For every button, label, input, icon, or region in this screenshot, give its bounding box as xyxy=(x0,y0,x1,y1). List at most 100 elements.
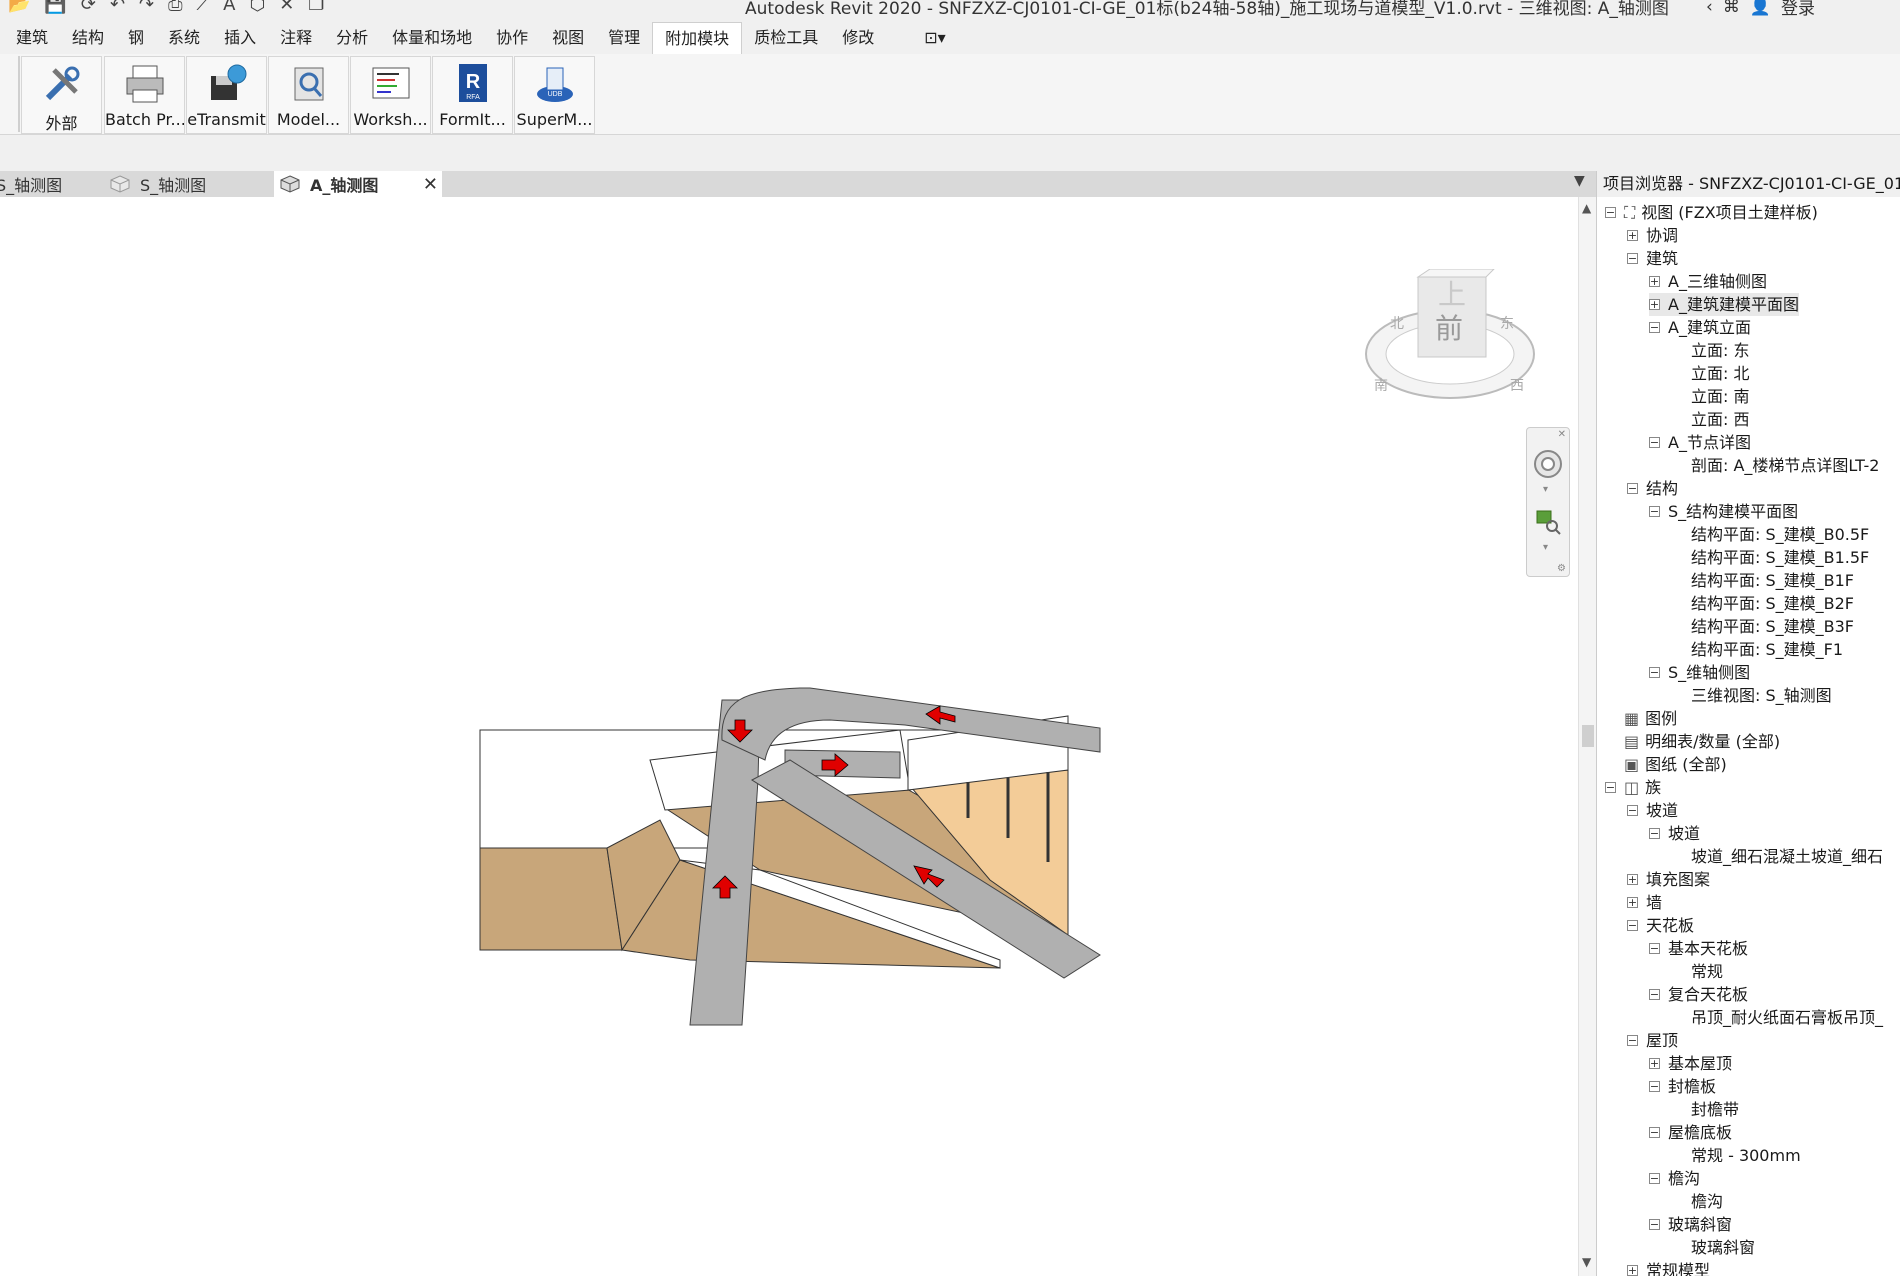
collapse-icon[interactable]: − xyxy=(1649,943,1660,954)
sync-icon[interactable]: ⟳ xyxy=(81,0,96,15)
menu-tab-10[interactable]: 管理 xyxy=(596,22,652,54)
ribbon-button-transmit[interactable]: eTransmit xyxy=(186,56,267,134)
scroll-up-icon[interactable]: ▲ xyxy=(1582,201,1591,215)
tree-item[interactable]: 常规 xyxy=(1691,960,1723,983)
collapse-icon[interactable]: − xyxy=(1627,805,1638,816)
ribbon-button-tools[interactable]: 外部 xyxy=(21,56,102,134)
viewcube-front-face[interactable]: 前 xyxy=(1435,307,1463,347)
expand-icon[interactable]: + xyxy=(1649,299,1660,310)
tab-s-axonometric-1[interactable]: S_轴测图 xyxy=(0,171,110,197)
expand-icon[interactable]: + xyxy=(1627,897,1638,908)
compass-north[interactable]: 北 xyxy=(1390,313,1404,333)
tree-item[interactable]: − 屋檐底板 xyxy=(1649,1121,1732,1144)
3d-view-icon[interactable]: ⬡ xyxy=(249,0,265,15)
viewcube[interactable]: 上 前 北 东 南 西 xyxy=(1362,269,1538,409)
ribbon-button-model-review[interactable]: Model... xyxy=(268,56,349,134)
tree-item[interactable]: 结构平面: S_建模_B2F xyxy=(1691,592,1854,615)
tree-item[interactable]: − ⛶ 视图 (FZX项目土建样板) xyxy=(1605,201,1818,224)
collapse-icon[interactable]: − xyxy=(1649,437,1660,448)
expand-icon[interactable]: + xyxy=(1627,230,1638,241)
tree-item[interactable]: + 墙 xyxy=(1627,891,1662,914)
close-icon[interactable]: ✕ xyxy=(423,174,438,195)
zoom-region-icon[interactable] xyxy=(1534,508,1562,536)
tab-s-axonometric-2[interactable]: S_轴测图 xyxy=(108,171,276,197)
measure-icon[interactable]: ⟋ xyxy=(197,0,210,15)
menu-tab-3[interactable]: 系统 xyxy=(156,22,212,54)
ribbon-minimize-icon[interactable]: ⊡▾ xyxy=(912,22,957,54)
tree-item[interactable]: 檐沟 xyxy=(1691,1190,1723,1213)
canvas-vertical-scrollbar[interactable]: ▲ ▼ xyxy=(1578,197,1597,1276)
tree-item[interactable]: + A_建筑建模平面图 xyxy=(1649,293,1799,316)
compass-south[interactable]: 南 xyxy=(1374,375,1388,395)
tree-item[interactable]: − 屋顶 xyxy=(1627,1029,1678,1052)
tree-item[interactable]: 剖面: A_楼梯节点详图LT-2 xyxy=(1691,454,1879,477)
chevron-left-icon[interactable]: ‹ xyxy=(1706,0,1713,17)
tree-item[interactable]: 结构平面: S_建模_B1F xyxy=(1691,569,1854,592)
tree-item[interactable]: 立面: 南 xyxy=(1691,385,1749,408)
tree-item[interactable]: 三维视图: S_轴测图 xyxy=(1691,684,1832,707)
chevron-down-icon[interactable]: ▾ xyxy=(1543,542,1548,553)
tree-item[interactable]: 封檐带 xyxy=(1691,1098,1739,1121)
ribbon-button-printer[interactable]: Batch Pr... xyxy=(104,56,185,134)
tree-item[interactable]: + 填充图案 xyxy=(1627,868,1710,891)
close-hidden-icon[interactable]: ✕ xyxy=(279,0,294,15)
ramp-model-3d[interactable] xyxy=(0,197,1578,1276)
collapse-icon[interactable]: − xyxy=(1649,1081,1660,1092)
scroll-thumb[interactable] xyxy=(1582,725,1594,747)
collapse-icon[interactable]: − xyxy=(1649,989,1660,1000)
tree-item[interactable]: − 玻璃斜窗 xyxy=(1649,1213,1732,1236)
tree-item[interactable]: − 基本天花板 xyxy=(1649,937,1748,960)
tree-item[interactable]: − ◫ 族 xyxy=(1605,776,1661,799)
expand-icon[interactable]: + xyxy=(1627,1265,1638,1276)
tree-item[interactable]: 立面: 北 xyxy=(1691,362,1749,385)
collapse-icon[interactable]: − xyxy=(1605,782,1616,793)
collapse-icon[interactable]: − xyxy=(1649,506,1660,517)
collapse-icon[interactable]: − xyxy=(1605,207,1616,218)
undo-icon[interactable]: ↶ xyxy=(110,0,125,15)
tree-item[interactable]: + A_三维轴侧图 xyxy=(1649,270,1767,293)
tree-item[interactable]: − 建筑 xyxy=(1627,247,1678,270)
menu-tab-13[interactable]: 修改 xyxy=(830,22,886,54)
menu-tab-11[interactable]: 附加模块 xyxy=(652,22,743,54)
compass-west[interactable]: 西 xyxy=(1510,375,1524,395)
collapse-icon[interactable]: − xyxy=(1649,1219,1660,1230)
tree-item[interactable]: − 复合天花板 xyxy=(1649,983,1748,1006)
menu-tab-4[interactable]: 插入 xyxy=(212,22,268,54)
tree-item[interactable]: − 封檐板 xyxy=(1649,1075,1716,1098)
tree-item[interactable]: 结构平面: S_建模_B0.5F xyxy=(1691,523,1869,546)
collapse-icon[interactable]: − xyxy=(1649,1127,1660,1138)
tree-item[interactable]: + 协调 xyxy=(1627,224,1678,247)
ribbon-button-formit[interactable]: R RFA FormIt... xyxy=(432,56,513,134)
collapse-icon[interactable]: − xyxy=(1627,1035,1638,1046)
tree-item[interactable]: − 坡道 xyxy=(1649,822,1700,845)
tree-item[interactable]: 结构平面: S_建模_B1.5F xyxy=(1691,546,1869,569)
expand-icon[interactable]: + xyxy=(1649,1058,1660,1069)
tab-a-axonometric[interactable]: A_轴测图 ✕ xyxy=(274,171,442,197)
binoculars-icon[interactable]: ⌘ xyxy=(1723,0,1740,17)
collapse-icon[interactable]: − xyxy=(1627,253,1638,264)
collapse-icon[interactable]: − xyxy=(1649,828,1660,839)
tree-item[interactable]: 玻璃斜窗 xyxy=(1691,1236,1755,1259)
tree-item[interactable]: − 天花板 xyxy=(1627,914,1694,937)
collapse-icon[interactable]: − xyxy=(1649,322,1660,333)
tree-item[interactable]: 立面: 东 xyxy=(1691,339,1749,362)
menu-tab-8[interactable]: 协作 xyxy=(484,22,540,54)
menu-tab-5[interactable]: 注释 xyxy=(268,22,324,54)
menu-tab-7[interactable]: 体量和场地 xyxy=(380,22,484,54)
menu-tab-2[interactable]: 钢 xyxy=(116,22,156,54)
ribbon-button-worksharing-monitor[interactable]: Worksh... xyxy=(350,56,431,134)
tree-item[interactable]: − A_建筑立面 xyxy=(1649,316,1751,339)
collapse-icon[interactable]: − xyxy=(1627,483,1638,494)
tree-item[interactable]: + 常规模型 xyxy=(1627,1259,1710,1276)
tree-item[interactable]: − 檐沟 xyxy=(1649,1167,1700,1190)
print-icon[interactable]: ⎙ xyxy=(168,0,182,15)
collapse-icon[interactable]: − xyxy=(1649,667,1660,678)
expand-icon[interactable]: + xyxy=(1649,276,1660,287)
tree-item[interactable]: 立面: 西 xyxy=(1691,408,1749,431)
chevron-down-icon[interactable]: ▾ xyxy=(1543,484,1548,495)
options-icon[interactable]: ⚙ xyxy=(1557,563,1566,574)
ribbon-button-supermap[interactable]: UDB SuperM... xyxy=(514,56,595,134)
tree-item[interactable]: 坡道_细石混凝土坡道_细石 xyxy=(1691,845,1883,868)
tree-item[interactable]: 结构平面: S_建模_B3F xyxy=(1691,615,1854,638)
login-label[interactable]: 登录 xyxy=(1781,0,1815,19)
